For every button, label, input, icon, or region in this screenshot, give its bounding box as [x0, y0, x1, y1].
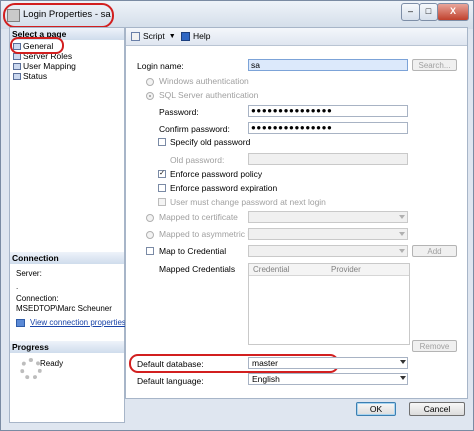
title-highlight-ring — [3, 3, 114, 28]
windows-auth-label: Windows authentication — [159, 76, 249, 86]
mapped-credentials-label: Mapped Credentials — [159, 264, 236, 274]
title-bar[interactable]: Login Properties - sa – □ X — [1, 1, 473, 29]
enforce-expiration-label: Enforce password expiration — [170, 183, 278, 193]
map-credential-label: Map to Credential — [159, 246, 227, 256]
cancel-button[interactable]: Cancel — [409, 402, 465, 416]
page-user-mapping-label: User Mapping — [23, 61, 76, 71]
chevron-down-icon: ▼ — [168, 32, 176, 40]
chevron-down-icon — [400, 360, 406, 364]
password-label: Password: — [159, 107, 199, 117]
confirm-password-input[interactable]: ●●●●●●●●●●●●●●● — [248, 122, 408, 134]
chevron-down-icon — [399, 249, 405, 253]
mapped-cert-label: Mapped to certificate — [159, 212, 238, 222]
credential-select[interactable] — [248, 245, 408, 257]
chevron-down-icon — [400, 376, 406, 380]
general-highlight-ring — [10, 37, 64, 54]
login-name-input[interactable]: sa — [248, 59, 408, 71]
script-icon — [131, 31, 140, 41]
connection-properties-icon — [16, 319, 25, 327]
old-password-input[interactable] — [248, 153, 408, 165]
enforce-policy-checkbox[interactable]: ✓ — [158, 170, 166, 178]
left-pane: Select a page General Server Roles User … — [9, 27, 126, 423]
default-language-select[interactable]: English — [248, 373, 408, 385]
default-database-dropdown[interactable] — [396, 357, 408, 369]
default-language-label: Default language: — [137, 376, 204, 386]
login-name-label: Login name: — [137, 61, 184, 71]
mapped-credentials-grid[interactable]: Credential Provider — [248, 263, 410, 345]
help-icon — [181, 31, 190, 41]
script-label: Script — [143, 31, 165, 41]
close-button[interactable]: X — [437, 3, 469, 21]
old-password-label: Old password: — [170, 155, 225, 165]
connection-header: Connection — [10, 252, 124, 264]
mapped-cert-radio[interactable] — [146, 214, 154, 222]
login-properties-window: Login Properties - sa – □ X Select a pag… — [0, 0, 474, 431]
mapped-key-radio[interactable] — [146, 231, 154, 239]
server-value: . — [16, 282, 19, 291]
certificate-select[interactable] — [248, 211, 408, 223]
default-language-dropdown[interactable] — [396, 373, 408, 385]
minimize-button[interactable]: – — [401, 3, 420, 21]
page-icon — [13, 72, 21, 80]
connection-label: Connection: — [16, 294, 59, 303]
chevron-down-icon — [399, 232, 405, 236]
default-database-select[interactable]: master — [248, 357, 408, 369]
page-status[interactable]: Status — [13, 71, 47, 81]
progress-spinner-icon — [20, 358, 42, 380]
grid-header: Credential Provider — [249, 264, 409, 276]
maximize-button[interactable]: □ — [419, 3, 438, 21]
page-icon — [13, 62, 21, 70]
mapped-key-label: Mapped to asymmetric key — [159, 229, 261, 239]
confirm-password-label: Confirm password: — [159, 124, 230, 134]
add-button[interactable]: Add — [412, 245, 457, 257]
provider-column-header: Provider — [331, 265, 361, 274]
page-user-mapping[interactable]: User Mapping — [13, 61, 76, 71]
help-label: Help — [193, 31, 211, 41]
view-connection-properties-link[interactable]: View connection properties — [30, 318, 126, 327]
must-change-label: User must change password at next login — [170, 197, 326, 207]
asymmetric-key-select[interactable] — [248, 228, 408, 240]
enforce-policy-label: Enforce password policy — [170, 169, 263, 179]
page-status-label: Status — [23, 71, 48, 81]
general-page: Script ▼ Help Login name: sa Search... W… — [125, 27, 468, 399]
sql-auth-radio[interactable] — [146, 92, 154, 100]
toolbar: Script ▼ Help — [126, 28, 467, 46]
chevron-down-icon — [399, 215, 405, 219]
default-database-label: Default database: — [137, 359, 204, 369]
must-change-checkbox[interactable] — [158, 198, 166, 206]
specify-old-password-label: Specify old password — [170, 137, 251, 147]
search-button[interactable]: Search... — [412, 59, 457, 71]
server-label: Server: — [16, 269, 42, 278]
progress-header: Progress — [10, 341, 124, 353]
remove-button[interactable]: Remove — [412, 340, 457, 352]
enforce-expiration-checkbox[interactable] — [158, 184, 166, 192]
credential-column-header: Credential — [253, 265, 290, 274]
script-button[interactable]: Script ▼ — [131, 31, 176, 41]
password-input[interactable]: ●●●●●●●●●●●●●●● — [248, 105, 408, 117]
progress-status: Ready — [40, 359, 64, 368]
connection-value: MSEDTOP\Marc Scheuner — [16, 304, 112, 313]
windows-auth-radio[interactable] — [146, 78, 154, 86]
ok-button[interactable]: OK — [356, 402, 396, 416]
sql-auth-label: SQL Server authentication — [159, 90, 259, 100]
map-credential-checkbox[interactable] — [146, 247, 154, 255]
specify-old-password-checkbox[interactable] — [158, 138, 166, 146]
help-button[interactable]: Help — [181, 31, 210, 41]
